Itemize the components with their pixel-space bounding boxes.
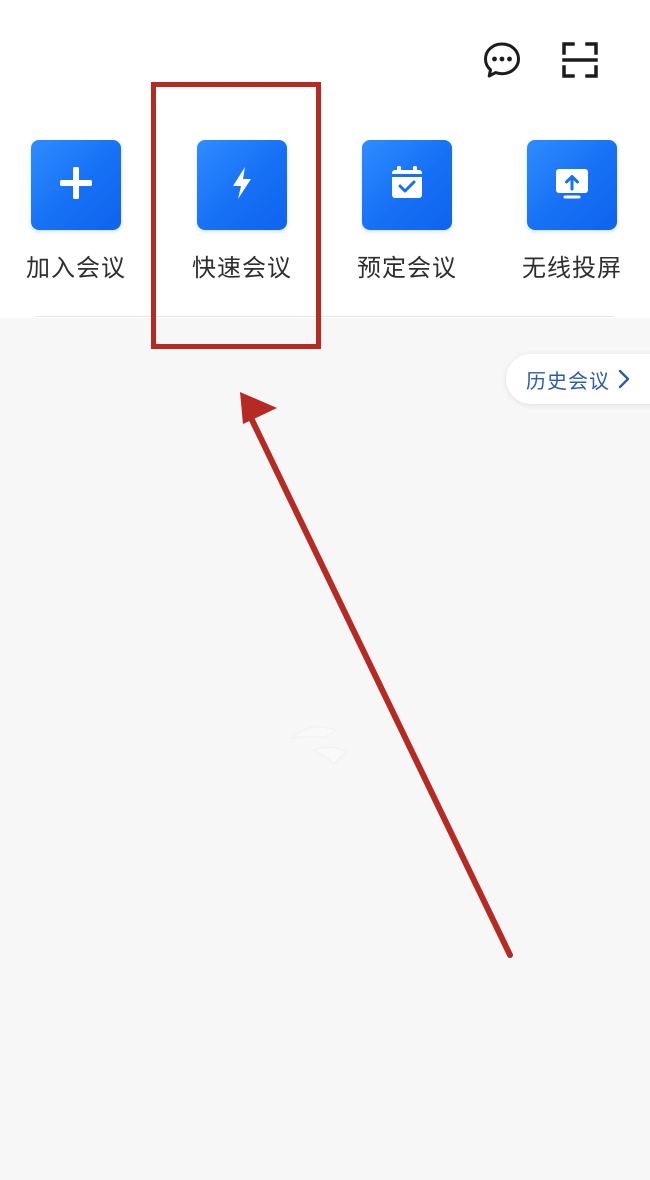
highlight-box: [151, 82, 321, 349]
wireless-cast-label: 无线投屏: [522, 254, 622, 282]
join-meeting-button[interactable]: 加入会议: [6, 140, 146, 290]
quick-actions: 加入会议 快速会议 预定会议 无线投屏: [0, 140, 650, 290]
history-meetings-button[interactable]: 历史会议: [506, 354, 650, 404]
screen-cast-icon: [550, 161, 594, 209]
schedule-meeting-button[interactable]: 预定会议: [337, 140, 477, 290]
join-meeting-tile[interactable]: [31, 140, 121, 230]
message-button[interactable]: [478, 38, 526, 86]
watermark-logo: [284, 708, 364, 778]
join-meeting-label: 加入会议: [26, 254, 126, 282]
plus-icon: [56, 163, 96, 207]
schedule-meeting-tile[interactable]: [362, 140, 452, 230]
scan-icon: [560, 40, 600, 84]
wireless-cast-button[interactable]: 无线投屏: [502, 140, 642, 290]
schedule-meeting-label: 预定会议: [357, 254, 457, 282]
top-panel: 加入会议 快速会议 预定会议 无线投屏: [0, 0, 650, 318]
calendar-check-icon: [385, 161, 429, 209]
divider: [36, 316, 614, 317]
chevron-right-icon: [618, 369, 630, 389]
chat-bubble-icon: [482, 40, 522, 84]
history-meetings-label: 历史会议: [526, 368, 610, 393]
wireless-cast-tile[interactable]: [527, 140, 617, 230]
scan-button[interactable]: [556, 38, 604, 86]
